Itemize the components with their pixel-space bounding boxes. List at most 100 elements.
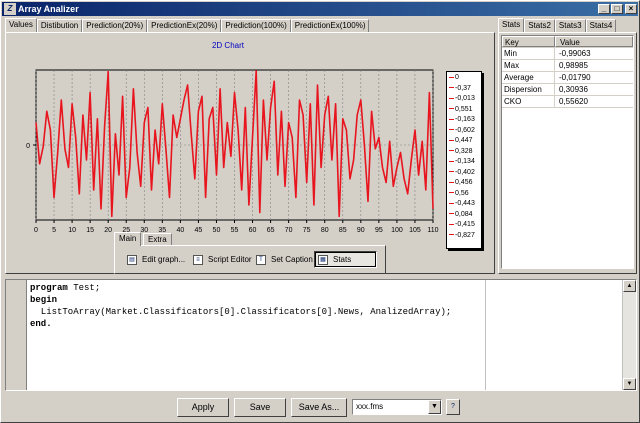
legend-swatch bbox=[449, 139, 454, 141]
table-row[interactable]: Dispersion 0,30936 bbox=[502, 84, 633, 96]
close-button[interactable]: × bbox=[625, 4, 637, 14]
caption-icon: T bbox=[256, 255, 266, 265]
stat-key: Max bbox=[502, 60, 555, 71]
minimize-button[interactable]: _ bbox=[598, 4, 610, 14]
legend-label: 0,328 bbox=[455, 147, 473, 155]
legend-swatch bbox=[449, 223, 454, 225]
stats-icon: ▦ bbox=[318, 255, 328, 265]
subtab-main[interactable]: Main bbox=[114, 232, 142, 246]
x-tick-label: 5 bbox=[52, 227, 56, 234]
edit-graph-label: Edit graph... bbox=[142, 255, 186, 264]
line-chart: 2D Chart 0 5 10 15 20 25 30 35 40 45 50 55 60 65 70 75 8… bbox=[26, 41, 439, 234]
stat-key: Average bbox=[502, 72, 555, 83]
code-keyword: begin bbox=[30, 295, 58, 305]
title-bar[interactable]: Z Array Analizer _ □ × bbox=[2, 2, 638, 16]
legend-label: -0,37 bbox=[455, 84, 471, 92]
legend-entry: 0,447 bbox=[449, 136, 481, 147]
legend-entry: -0,827 bbox=[449, 231, 481, 242]
legend-label: -0,602 bbox=[455, 126, 475, 134]
x-tick-label: 20 bbox=[104, 227, 112, 234]
set-caption-button[interactable]: T Set Caption bbox=[252, 251, 314, 268]
tab-distibution[interactable]: Distibution bbox=[36, 19, 83, 32]
legend-label: -0,163 bbox=[455, 116, 475, 123]
stats-grid[interactable]: Key Value Min -0,99063 Max 0,98985 Avera… bbox=[501, 35, 634, 269]
script-editor-label: Script Editor bbox=[208, 255, 252, 264]
stats-label: Stats bbox=[333, 255, 352, 264]
script-editor[interactable]: program Test; begin ListToArray(Market.C… bbox=[5, 279, 637, 391]
value-column-header[interactable]: Value bbox=[555, 36, 633, 47]
save-button[interactable]: Save bbox=[234, 398, 286, 417]
code-text: Test; bbox=[67, 283, 101, 293]
scroll-up-icon[interactable]: ▲ bbox=[623, 280, 636, 292]
help-button[interactable]: ? bbox=[446, 399, 460, 415]
legend-entry: -0,163 bbox=[449, 115, 481, 126]
legend-label: 0,084 bbox=[455, 210, 473, 218]
tab-predictionex-20[interactable]: PredictionEx(20%) bbox=[147, 19, 222, 32]
save-as-button[interactable]: Save As... bbox=[291, 398, 347, 417]
tab-values[interactable]: Values bbox=[5, 18, 37, 32]
chart-edit-icon: ▤ bbox=[127, 255, 137, 265]
stat-value: -0,01790 bbox=[559, 73, 591, 82]
table-row[interactable]: Min -0,99063 bbox=[502, 48, 633, 60]
legend-swatch bbox=[449, 192, 454, 194]
file-select[interactable]: xxx.fms ▼ bbox=[352, 399, 442, 415]
chevron-down-icon[interactable]: ▼ bbox=[428, 400, 441, 414]
edit-graph-button[interactable]: ▤ Edit graph... bbox=[123, 251, 186, 268]
legend-swatch bbox=[449, 76, 454, 78]
code-line: program Test; bbox=[30, 282, 451, 294]
legend-entry: 0,56 bbox=[449, 189, 481, 200]
tab-prediction-100[interactable]: Prediction(100%) bbox=[221, 19, 291, 32]
legend-entry: -0,602 bbox=[449, 126, 481, 137]
tab-stats[interactable]: Stats bbox=[498, 18, 525, 32]
maximize-button[interactable]: □ bbox=[611, 4, 623, 14]
app-icon: Z bbox=[4, 3, 16, 15]
legend-label: 0,56 bbox=[455, 189, 469, 197]
editor-vertical-scrollbar[interactable]: ▲ ▼ bbox=[622, 280, 636, 390]
code-area[interactable]: program Test; begin ListToArray(Market.C… bbox=[30, 282, 451, 330]
tab-stats2[interactable]: Stats2 bbox=[524, 19, 555, 32]
editor-gutter bbox=[6, 280, 27, 390]
chart-legend: 0 -0,37 -0,013 0,551 -0,163 -0,602 0,447 0,328 -… bbox=[446, 71, 482, 249]
stat-key: Min bbox=[502, 48, 555, 59]
tab-stats4[interactable]: Stats4 bbox=[585, 19, 617, 32]
legend-entry: -0,402 bbox=[449, 168, 481, 179]
code-line: end. bbox=[30, 318, 451, 330]
code-line: ListToArray(Market.Classificators[0].Cla… bbox=[30, 307, 452, 317]
legend-entry: -0,134 bbox=[449, 157, 481, 168]
legend-swatch bbox=[449, 97, 454, 99]
key-column-header[interactable]: Key bbox=[502, 36, 555, 47]
stats-button[interactable]: ▦ Stats bbox=[314, 251, 377, 268]
legend-label: -0,443 bbox=[455, 200, 475, 207]
legend-entry: -0,443 bbox=[449, 199, 481, 210]
bottom-toolbar: Apply Save Save As... xxx.fms ▼ ? bbox=[5, 393, 637, 419]
set-caption-label: Set Caption bbox=[271, 255, 313, 264]
tab-prediction-20[interactable]: Prediction(20%) bbox=[82, 19, 148, 32]
legend-label: 0,447 bbox=[455, 137, 473, 144]
script-editor-button[interactable]: ≡ Script Editor bbox=[189, 251, 253, 268]
legend-entry: 0,456 bbox=[449, 178, 481, 189]
legend-swatch bbox=[449, 87, 454, 89]
main-window: Z Array Analizer _ □ × Values Distibutio… bbox=[0, 0, 640, 423]
legend-swatch bbox=[449, 234, 454, 236]
stat-key: Dispersion bbox=[502, 84, 555, 95]
y-tick-label: 0 bbox=[26, 143, 30, 150]
window-title: Array Analizer bbox=[18, 4, 79, 14]
tab-predictionex-100[interactable]: PredictionEx(100%) bbox=[290, 19, 370, 32]
stat-value: 0,55620 bbox=[559, 97, 588, 106]
legend-entry: -0,013 bbox=[449, 94, 481, 105]
x-tick-label: 15 bbox=[86, 227, 94, 234]
table-row[interactable]: Max 0,98985 bbox=[502, 60, 633, 72]
table-row[interactable]: CKO 0,55620 bbox=[502, 96, 633, 108]
legend-swatch bbox=[449, 160, 454, 162]
tab-stats3[interactable]: Stats3 bbox=[554, 19, 586, 32]
chart-tabs: Values Distibution Prediction(20%) Predi… bbox=[5, 18, 370, 32]
legend-label: -0,013 bbox=[455, 95, 475, 102]
table-row[interactable]: Average -0,01790 bbox=[502, 72, 633, 84]
scroll-down-icon[interactable]: ▼ bbox=[623, 378, 636, 390]
apply-button[interactable]: Apply bbox=[177, 398, 229, 417]
file-select-value: xxx.fms bbox=[356, 402, 384, 411]
action-panel: Main Extra ▤ Edit graph... ≡ Script Edit… bbox=[114, 232, 386, 274]
legend-swatch bbox=[449, 213, 454, 215]
stat-value: 0,30936 bbox=[559, 85, 588, 94]
x-tick-label: 10 bbox=[68, 227, 76, 234]
